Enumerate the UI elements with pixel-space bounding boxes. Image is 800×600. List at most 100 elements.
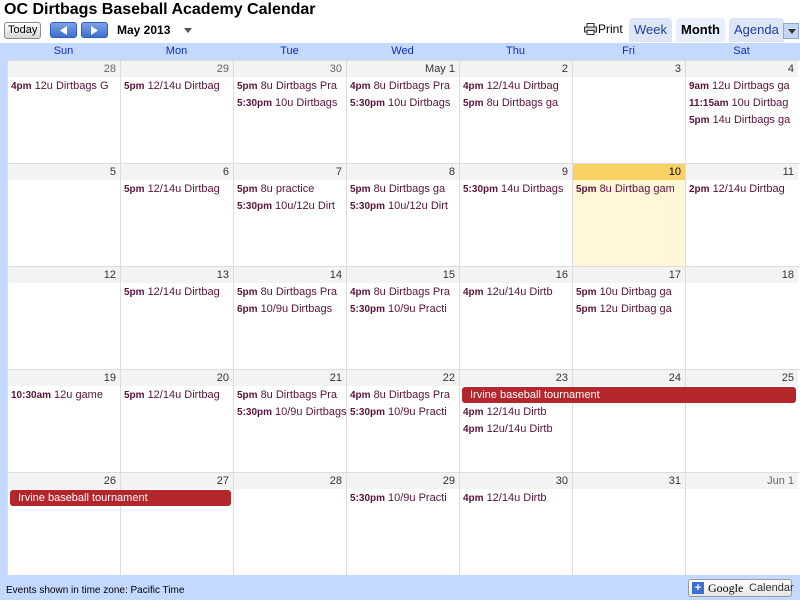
day-cell[interactable]: May 1 4pm 8u Dirtbags Pra 5:30pm 10u Dirtbag…	[346, 61, 459, 163]
event-item[interactable]: 5:30pm 10u/12u Dirt	[237, 199, 346, 214]
event-item[interactable]: 10:30am 12u game	[11, 388, 120, 403]
event-item[interactable]: 5:30pm 10/9u Practi	[350, 302, 459, 317]
day-number[interactable]: 3	[573, 61, 685, 77]
event-item[interactable]: 2pm 12/14u Dirtbag	[689, 182, 798, 197]
event-item[interactable]: 4pm 12/14u Dirtbag	[463, 79, 572, 94]
day-cell[interactable]: 6 5pm 12/14u Dirtbag	[120, 164, 233, 266]
day-number[interactable]: 22	[347, 370, 459, 386]
event-item[interactable]: 5:30pm 14u Dirtbags	[463, 182, 572, 197]
day-number[interactable]: 12	[8, 267, 120, 283]
day-number[interactable]: Jun 1	[686, 473, 798, 489]
day-cell[interactable]: 30 5pm 8u Dirtbags Pra 5:30pm 10u Dirtbags	[233, 61, 346, 163]
event-item[interactable]: 5pm 8u Dirtbags Pra	[237, 285, 346, 300]
day-cell[interactable]: 15 4pm 8u Dirtbags Pra 5:30pm 10/9u Practi	[346, 267, 459, 369]
all-day-event-bar[interactable]: Irvine baseball tournament	[10, 490, 231, 506]
event-item[interactable]: 5:30pm 10/9u Dirtbags	[237, 405, 346, 420]
event-item[interactable]: 4pm 12u/14u Dirtb	[463, 285, 572, 300]
day-cell[interactable]: 30 4pm 12/14u Dirtb	[459, 473, 572, 575]
event-item[interactable]: 5pm 8u Dirtbag gam	[576, 182, 685, 197]
event-item[interactable]: 6pm 10/9u Dirtbags	[237, 302, 346, 317]
event-item[interactable]: 5pm 12/14u Dirtbag	[124, 79, 233, 94]
day-number[interactable]: 19	[8, 370, 120, 386]
day-number[interactable]: 4	[686, 61, 798, 77]
day-cell[interactable]: 3	[572, 61, 685, 163]
day-number[interactable]: 25	[686, 370, 798, 386]
day-number[interactable]: 31	[573, 473, 685, 489]
event-item[interactable]: 5pm 12u Dirtbag ga	[576, 302, 685, 317]
event-item[interactable]: 4pm 12/14u Dirtb	[463, 405, 572, 420]
day-number[interactable]: 29	[347, 473, 459, 489]
day-cell[interactable]: 28 4pm 12u Dirtbags G	[7, 61, 120, 163]
day-number[interactable]: 27	[121, 473, 233, 489]
tab-week[interactable]: Week	[629, 18, 672, 42]
day-number[interactable]: 28	[8, 61, 120, 77]
day-number[interactable]: 28	[234, 473, 346, 489]
day-cell[interactable]: 25	[685, 370, 798, 472]
event-item[interactable]: 5pm 8u practice	[237, 182, 346, 197]
day-cell[interactable]: 4 9am 12u Dirtbags ga 11:15am 10u Dirtbag 5pm…	[685, 61, 798, 163]
event-item[interactable]: 5pm 8u Dirtbags Pra	[237, 388, 346, 403]
day-cell[interactable]: 16 4pm 12u/14u Dirtb	[459, 267, 572, 369]
day-number[interactable]: 29	[121, 61, 233, 77]
add-to-google-calendar-button[interactable]: + Google Calendar	[688, 579, 794, 597]
event-item[interactable]: 5pm 14u Dirtbags ga	[689, 113, 798, 128]
day-number[interactable]: 6	[121, 164, 233, 180]
next-month-button[interactable]	[81, 22, 108, 38]
day-cell[interactable]: Jun 1	[685, 473, 798, 575]
day-number[interactable]: 21	[234, 370, 346, 386]
event-item[interactable]: 5:30pm 10/9u Practi	[350, 405, 459, 420]
day-number[interactable]: 9	[460, 164, 572, 180]
day-cell[interactable]: 14 5pm 8u Dirtbags Pra 6pm 10/9u Dirtbags	[233, 267, 346, 369]
event-item[interactable]: 5:30pm 10u Dirtbags	[350, 96, 459, 111]
event-item[interactable]: 4pm 12/14u Dirtb	[463, 491, 572, 506]
day-cell[interactable]: 26	[7, 473, 120, 575]
event-item[interactable]: 5pm 10u Dirtbag ga	[576, 285, 685, 300]
view-dropdown-icon[interactable]	[783, 23, 799, 39]
day-number[interactable]: 10	[573, 164, 685, 180]
day-number[interactable]: 30	[460, 473, 572, 489]
event-item[interactable]: 9am 12u Dirtbags ga	[689, 79, 798, 94]
event-item[interactable]: 11:15am 10u Dirtbag	[689, 96, 798, 111]
day-cell[interactable]: 11 2pm 12/14u Dirtbag	[685, 164, 798, 266]
day-cell[interactable]: 8 5pm 8u Dirtbags ga 5:30pm 10u/12u Dirt	[346, 164, 459, 266]
day-number[interactable]: 8	[347, 164, 459, 180]
day-cell[interactable]: 28	[233, 473, 346, 575]
today-button[interactable]: Today	[4, 22, 42, 39]
event-item[interactable]: 5pm 8u Dirtbags Pra	[237, 79, 346, 94]
event-item[interactable]: 5pm 8u Dirtbags ga	[463, 96, 572, 111]
day-cell[interactable]: 12	[7, 267, 120, 369]
day-cell-today[interactable]: 10 5pm 8u Dirtbag gam	[572, 164, 685, 266]
day-cell[interactable]: 29 5:30pm 10/9u Practi	[346, 473, 459, 575]
day-cell[interactable]: 31	[572, 473, 685, 575]
day-cell[interactable]: 17 5pm 10u Dirtbag ga 5pm 12u Dirtbag ga	[572, 267, 685, 369]
day-number[interactable]: 20	[121, 370, 233, 386]
day-number[interactable]: 30	[234, 61, 346, 77]
event-item[interactable]: 5:30pm 10u Dirtbags	[237, 96, 346, 111]
day-number[interactable]: 26	[8, 473, 120, 489]
day-number[interactable]: 7	[234, 164, 346, 180]
day-number[interactable]: 11	[686, 164, 798, 180]
day-cell[interactable]: 5	[7, 164, 120, 266]
day-number[interactable]: 16	[460, 267, 572, 283]
day-cell[interactable]: 7 5pm 8u practice 5:30pm 10u/12u Dirt	[233, 164, 346, 266]
all-day-event-bar[interactable]: Irvine baseball tournament	[462, 387, 796, 403]
day-number[interactable]: 18	[686, 267, 798, 283]
event-item[interactable]: 5:30pm 10/9u Practi	[350, 491, 459, 506]
day-cell[interactable]: 24	[572, 370, 685, 472]
event-item[interactable]: 4pm 8u Dirtbags Pra	[350, 285, 459, 300]
event-item[interactable]: 4pm 8u Dirtbags Pra	[350, 388, 459, 403]
day-number[interactable]: 13	[121, 267, 233, 283]
event-item[interactable]: 5pm 12/14u Dirtbag	[124, 182, 233, 197]
tab-month[interactable]: Month	[676, 18, 725, 42]
print-link[interactable]: Print	[584, 22, 623, 36]
day-number[interactable]: 24	[573, 370, 685, 386]
day-cell[interactable]: 18	[685, 267, 798, 369]
day-number[interactable]: 23	[460, 370, 572, 386]
day-cell[interactable]: 23 4pm 12/14u Dirtb 4pm 12u/14u Dirtb	[459, 370, 572, 472]
day-cell[interactable]: 22 4pm 8u Dirtbags Pra 5:30pm 10/9u Practi	[346, 370, 459, 472]
event-item[interactable]: 5pm 8u Dirtbags ga	[350, 182, 459, 197]
month-picker-dropdown-icon[interactable]	[184, 28, 192, 33]
day-number[interactable]: 17	[573, 267, 685, 283]
day-cell[interactable]: 13 5pm 12/14u Dirtbag	[120, 267, 233, 369]
day-number[interactable]: 5	[8, 164, 120, 180]
